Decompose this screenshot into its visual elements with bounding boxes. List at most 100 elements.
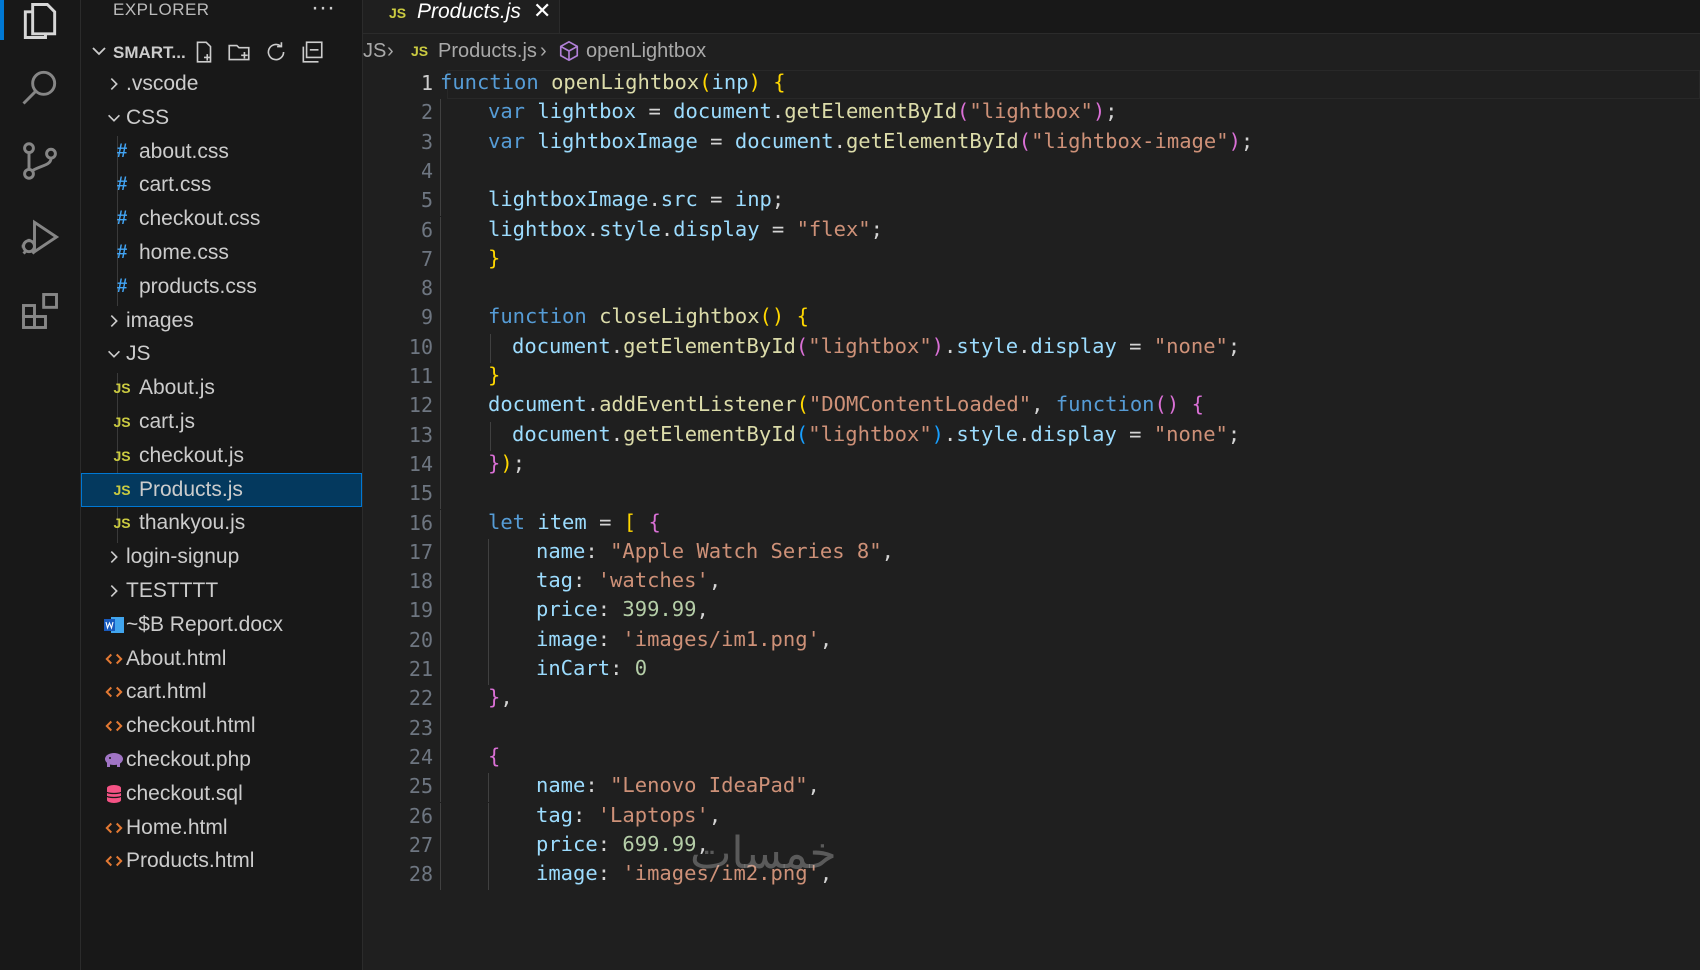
indent-guide — [488, 597, 489, 627]
indent-guide — [490, 333, 491, 363]
code-token: "lightbox" — [808, 421, 932, 446]
file-tree-item[interactable]: TESTTTT — [81, 574, 362, 608]
collapse-all-icon[interactable] — [299, 39, 325, 65]
tab-bar: JS Products.js ✕ — [363, 0, 1700, 34]
line-number: 10 — [408, 334, 433, 359]
explorer-sidebar: EXPLORER ··· SMART... .vscode CSS # about.c… — [81, 0, 363, 970]
line-number: 27 — [408, 832, 433, 857]
code-token: 'images/im1.png' — [622, 626, 820, 651]
chevron-right-icon: › — [540, 40, 547, 62]
file-tree-label: images — [126, 308, 194, 332]
file-tree-item[interactable]: JS cart.js — [81, 405, 362, 439]
js-file-icon: JS — [113, 414, 131, 430]
new-file-icon[interactable] — [191, 39, 217, 65]
code-token: : — [573, 568, 598, 593]
code-token: price — [536, 831, 598, 856]
watermark: خمسات — [690, 828, 837, 879]
source-control-icon[interactable] — [0, 122, 80, 200]
file-tree-item[interactable]: JS Products.js — [81, 472, 362, 507]
file-tree-item[interactable]: JS checkout.js — [81, 439, 362, 473]
file-tree-item[interactable]: JS — [81, 337, 362, 371]
code-token: . — [610, 333, 624, 358]
indent-guide — [440, 626, 441, 656]
indent-guide — [488, 538, 489, 569]
close-icon[interactable]: ✕ — [533, 0, 551, 24]
explorer-title: EXPLORER — [113, 0, 210, 19]
file-tree-item[interactable]: JS thankyou.js — [81, 506, 362, 540]
code-token: [ — [623, 509, 637, 534]
indent-guide — [440, 157, 441, 188]
code-token: () — [1154, 392, 1180, 417]
file-tree-item[interactable]: login-signup — [81, 540, 362, 574]
file-tree-item[interactable]: cart.html — [81, 675, 362, 709]
code-token: "lightbox" — [969, 99, 1093, 124]
line-number: 11 — [408, 364, 433, 388]
file-tree-item[interactable]: Products.html — [81, 844, 362, 878]
file-tree-item[interactable]: Home.html — [81, 811, 362, 845]
indent-guide — [488, 773, 489, 803]
file-tree-item[interactable]: checkout.sql — [81, 777, 362, 811]
more-actions-icon[interactable]: ··· — [311, 0, 335, 22]
file-tree-item[interactable]: # products.css — [81, 270, 362, 304]
code-token: "lightbox-image" — [1031, 128, 1229, 153]
refresh-icon[interactable] — [263, 39, 289, 65]
breadcrumb-symbol[interactable]: openLightbox — [586, 40, 706, 63]
file-tree-item[interactable]: # cart.css — [81, 168, 362, 202]
file-tree-item[interactable]: About.html — [81, 642, 362, 676]
line-number: 20 — [408, 627, 433, 652]
code-line: var lightbox = document.getElementById("… — [488, 99, 1118, 123]
line-number: 12 — [408, 393, 433, 418]
chevron-right-icon — [103, 580, 125, 602]
file-tree-label: cart.html — [126, 680, 207, 704]
code-line: { — [488, 744, 500, 768]
file-tree-item[interactable]: # checkout.css — [81, 202, 362, 236]
breadcrumb-file[interactable]: Products.js — [438, 40, 537, 63]
code-token: inCart — [536, 656, 611, 680]
code-token: . — [586, 392, 600, 417]
file-tree-item[interactable]: CSS — [81, 101, 362, 135]
indent-guide — [440, 480, 441, 510]
breadcrumb-folder[interactable]: JS — [363, 40, 386, 63]
file-tree-label: Products.html — [126, 849, 255, 873]
code-token: lightbox — [537, 99, 637, 124]
indent-guide — [440, 773, 441, 803]
chevron-down-icon — [103, 343, 125, 365]
file-tree-label: checkout.sql — [126, 781, 243, 805]
code-token: lightbox — [488, 216, 587, 241]
code-line: lightbox.style.display = "flex"; — [488, 217, 883, 241]
code-token: ( — [795, 421, 809, 446]
file-tree-item[interactable]: JS About.js — [81, 371, 362, 405]
file-tree-item[interactable]: # home.css — [81, 236, 362, 270]
file-tree-item[interactable]: .vscode — [81, 67, 362, 101]
run-debug-icon[interactable] — [0, 198, 80, 276]
code-token: document — [488, 392, 587, 417]
code-token: price — [536, 597, 598, 622]
new-folder-icon[interactable] — [226, 39, 252, 65]
file-tree-item[interactable]: checkout.php — [81, 743, 362, 777]
indent-guide — [440, 743, 441, 774]
code-token: getElementById — [623, 421, 796, 446]
indent-guide — [440, 714, 441, 744]
extensions-icon[interactable] — [0, 272, 80, 350]
code-editor[interactable]: 1 function openLightbox(inp) {2 var lightb… — [363, 70, 1700, 970]
code-token: . — [944, 421, 957, 446]
code-token: . — [610, 421, 624, 446]
code-token: } — [488, 685, 501, 710]
code-token: ( — [699, 70, 712, 94]
tab-label: Products.js — [417, 0, 521, 23]
file-tree-item[interactable]: ~$B Report.docx — [81, 608, 362, 642]
file-tree-label: TESTTTT — [126, 579, 219, 602]
file-tree-item[interactable]: images — [81, 304, 362, 338]
css-file-icon: # — [116, 242, 128, 263]
css-file-icon: # — [116, 174, 128, 196]
file-tree-item[interactable]: checkout.html — [81, 709, 362, 743]
code-token: src — [660, 187, 698, 212]
code-token: "none" — [1153, 333, 1228, 358]
code-token: = — [697, 128, 735, 153]
search-icon[interactable] — [0, 48, 80, 126]
tab-products-js[interactable]: JS Products.js ✕ — [363, 0, 560, 33]
workspace-header[interactable]: SMART... — [81, 33, 362, 69]
code-token: style — [599, 216, 661, 241]
indent-guide — [488, 861, 489, 891]
file-tree-item[interactable]: # about.css — [81, 135, 362, 169]
